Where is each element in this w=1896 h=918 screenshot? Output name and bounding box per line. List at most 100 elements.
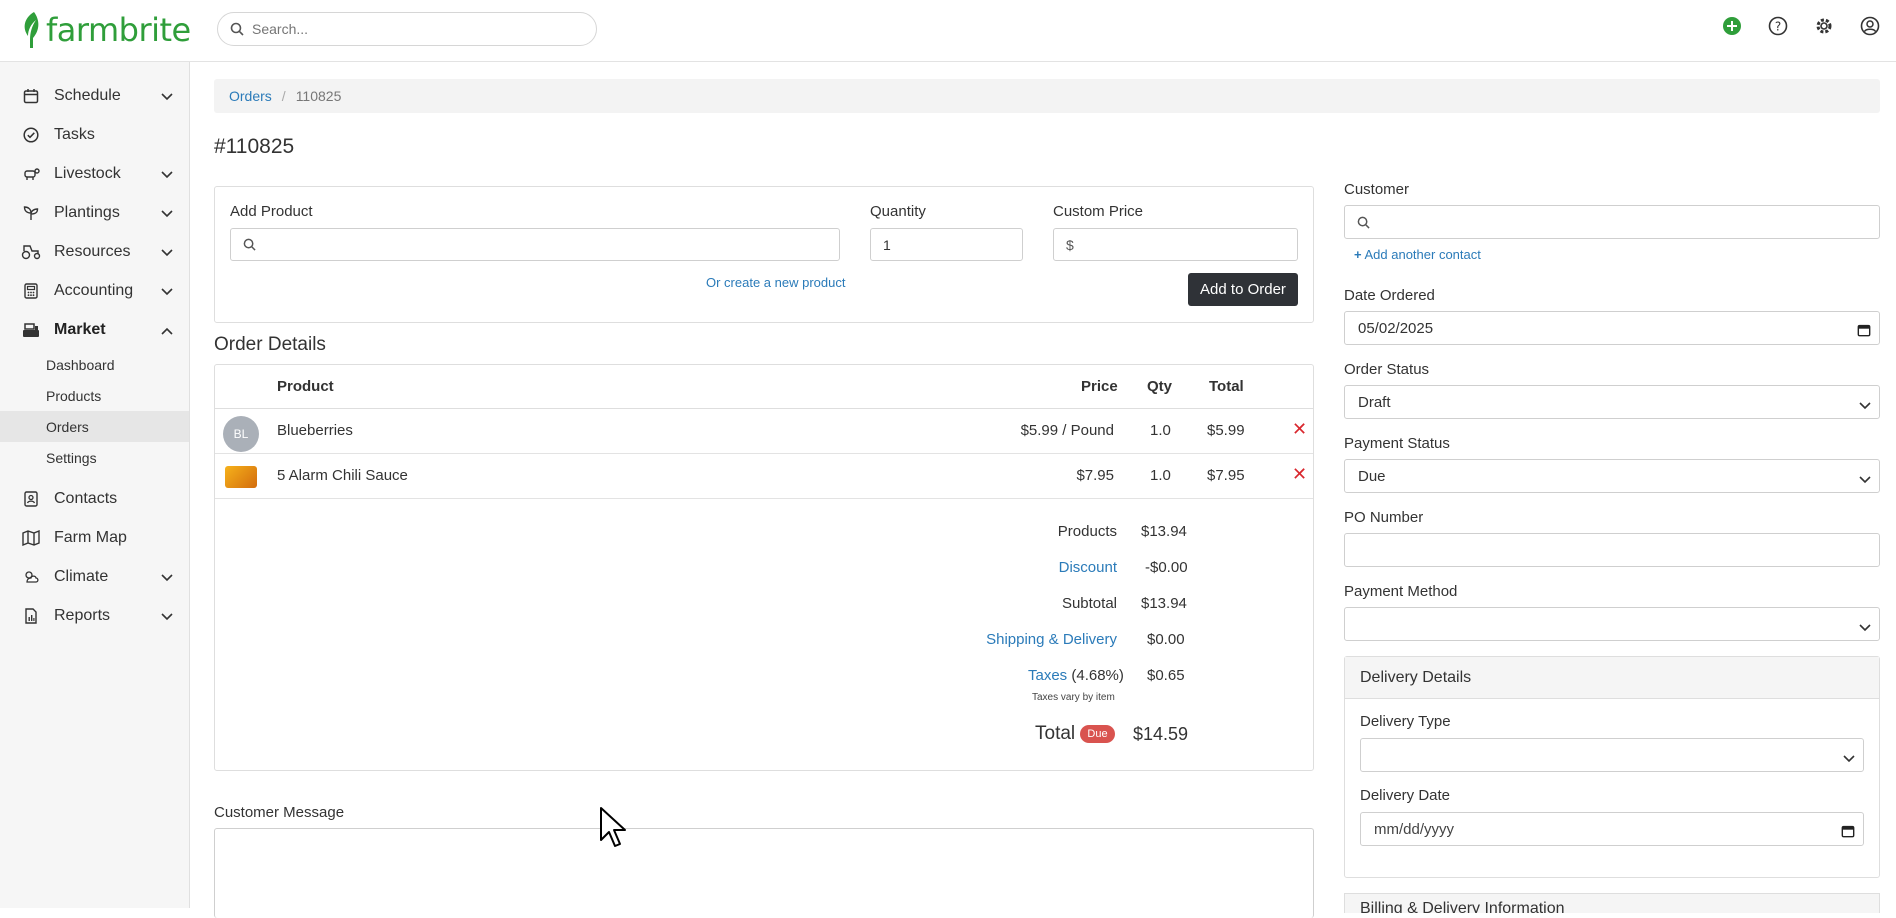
sidebar-item-reports[interactable]: Reports xyxy=(0,596,189,635)
calendar-icon xyxy=(20,85,42,107)
taxes-rate: (4.68%) xyxy=(1071,667,1124,684)
table-row[interactable]: 5 Alarm Chili Sauce $7.95 1.0 $7.95 ✕ xyxy=(215,454,1313,499)
gear-icon[interactable] xyxy=(1812,14,1836,38)
taxes-value: $0.65 xyxy=(1147,667,1185,684)
column-qty: Qty xyxy=(1147,378,1173,395)
delivery-type-label: Delivery Type xyxy=(1360,713,1451,730)
delivery-date-placeholder: mm/dd/yyyy xyxy=(1374,820,1455,838)
avatar: BL xyxy=(223,416,259,452)
sidebar-item-farm-map[interactable]: Farm Map xyxy=(0,518,189,557)
sidebar-sub-orders[interactable]: Orders xyxy=(0,411,189,442)
billing-delivery-title[interactable]: Billing & Delivery Information xyxy=(1344,893,1880,913)
contacts-icon xyxy=(20,488,42,510)
sprout-icon xyxy=(20,202,42,224)
chevron-down-icon xyxy=(161,283,173,301)
sidebar-sub-products[interactable]: Products xyxy=(0,380,189,411)
po-number-input[interactable] xyxy=(1344,533,1880,567)
calendar-icon[interactable] xyxy=(1841,824,1855,842)
sidebar-item-label: Resources xyxy=(54,242,131,260)
payment-status-select[interactable]: Due xyxy=(1344,459,1880,493)
sidebar-item-tasks[interactable]: Tasks xyxy=(0,115,189,154)
top-bar: farmbrite ? xyxy=(0,0,1896,62)
sidebar-item-label: Market xyxy=(54,320,106,338)
subtotal-value: $13.94 xyxy=(1141,595,1187,612)
quantity-input[interactable]: 1 xyxy=(870,228,1023,261)
shipping-value: $0.00 xyxy=(1147,631,1185,648)
sidebar-item-label: Tasks xyxy=(54,125,95,143)
plus-icon: + xyxy=(1354,247,1362,262)
global-search[interactable] xyxy=(217,12,597,46)
column-price: Price xyxy=(1081,378,1118,395)
row-total: $5.99 xyxy=(1207,422,1245,439)
sidebar-sub-settings[interactable]: Settings xyxy=(0,442,189,473)
breadcrumb-orders-link[interactable]: Orders xyxy=(229,88,272,104)
add-contact-text: Add another contact xyxy=(1364,247,1481,262)
table-row[interactable]: BL Blueberries $5.99 / Pound 1.0 $5.99 ✕ xyxy=(215,409,1313,454)
taxes-row: Taxes (4.68%) xyxy=(1028,667,1124,684)
add-product-panel: Add Product Quantity 1 Custom Price $ Or… xyxy=(214,186,1314,323)
payment-status-value: Due xyxy=(1358,467,1386,485)
customer-search-input[interactable] xyxy=(1344,205,1880,239)
sidebar-sub-dashboard[interactable]: Dashboard xyxy=(0,349,189,380)
chevron-down-icon xyxy=(1859,397,1871,414)
remove-row-icon[interactable]: ✕ xyxy=(1292,464,1307,485)
sidebar-item-label: Plantings xyxy=(54,203,120,221)
sidebar-item-label: Contacts xyxy=(54,489,118,507)
farmbrite-logo[interactable]: farmbrite xyxy=(20,8,191,52)
taxes-note: Taxes vary by item xyxy=(1032,692,1115,703)
search-input[interactable] xyxy=(252,21,572,37)
sidebar-item-contacts[interactable]: Contacts xyxy=(0,479,189,518)
account-icon[interactable] xyxy=(1858,14,1882,38)
payment-method-select[interactable] xyxy=(1344,607,1880,641)
shipping-link[interactable]: Shipping & Delivery xyxy=(857,631,1117,648)
calendar-icon[interactable] xyxy=(1857,323,1871,341)
products-label: Products xyxy=(1057,523,1117,540)
product-search-input[interactable] xyxy=(230,228,840,261)
sidebar-item-livestock[interactable]: Livestock xyxy=(0,154,189,193)
po-number-label: PO Number xyxy=(1344,509,1424,526)
total-value: $14.59 xyxy=(1133,724,1189,744)
leaf-logo-icon xyxy=(24,12,39,48)
row-qty: 1.0 xyxy=(1150,422,1171,439)
chevron-down-icon xyxy=(1843,750,1855,767)
sidebar-item-plantings[interactable]: Plantings xyxy=(0,193,189,232)
quantity-label: Quantity xyxy=(870,203,926,220)
column-product: Product xyxy=(277,378,334,395)
add-contact-link[interactable]: + Add another contact xyxy=(1354,247,1481,262)
order-status-select[interactable]: Draft xyxy=(1344,385,1880,419)
date-ordered-input[interactable]: 05/02/2025 xyxy=(1344,311,1880,345)
report-icon xyxy=(20,605,42,627)
add-circle-icon[interactable] xyxy=(1720,14,1744,38)
add-to-order-button[interactable]: Add to Order xyxy=(1188,273,1298,306)
total-row: Total Due xyxy=(1035,723,1115,745)
map-icon xyxy=(20,527,42,549)
sidebar-item-resources[interactable]: Resources xyxy=(0,232,189,271)
breadcrumb-separator: / xyxy=(281,88,286,104)
chevron-down-icon xyxy=(1859,619,1871,636)
help-icon[interactable]: ? xyxy=(1766,14,1790,38)
chevron-down-icon xyxy=(161,608,173,626)
order-details-table: Product Price Qty Total BL Blueberries $… xyxy=(214,364,1314,771)
create-product-link[interactable]: Or create a new product xyxy=(706,275,845,290)
remove-row-icon[interactable]: ✕ xyxy=(1292,419,1307,440)
custom-price-input[interactable]: $ xyxy=(1053,228,1298,261)
sidebar-item-market[interactable]: Market xyxy=(0,310,189,349)
chevron-down-icon xyxy=(161,166,173,184)
cow-icon xyxy=(20,163,42,185)
calculator-icon xyxy=(20,280,42,302)
search-icon xyxy=(230,22,244,36)
customer-message-textarea[interactable] xyxy=(214,828,1314,918)
payment-method-label: Payment Method xyxy=(1344,583,1458,600)
sidebar-item-schedule[interactable]: Schedule xyxy=(0,76,189,115)
discount-value: -$0.00 xyxy=(1145,559,1188,576)
order-details-title: Order Details xyxy=(214,334,326,355)
row-price: $5.99 / Pound xyxy=(1020,422,1114,439)
sidebar-item-climate[interactable]: Climate xyxy=(0,557,189,596)
taxes-link[interactable]: Taxes xyxy=(1028,667,1067,684)
delivery-date-input[interactable]: mm/dd/yyyy xyxy=(1360,812,1864,846)
date-ordered-value: 05/02/2025 xyxy=(1358,319,1434,337)
check-circle-icon xyxy=(20,124,42,146)
discount-link[interactable]: Discount xyxy=(857,559,1117,576)
sidebar-item-accounting[interactable]: Accounting xyxy=(0,271,189,310)
delivery-type-select[interactable] xyxy=(1360,738,1864,772)
